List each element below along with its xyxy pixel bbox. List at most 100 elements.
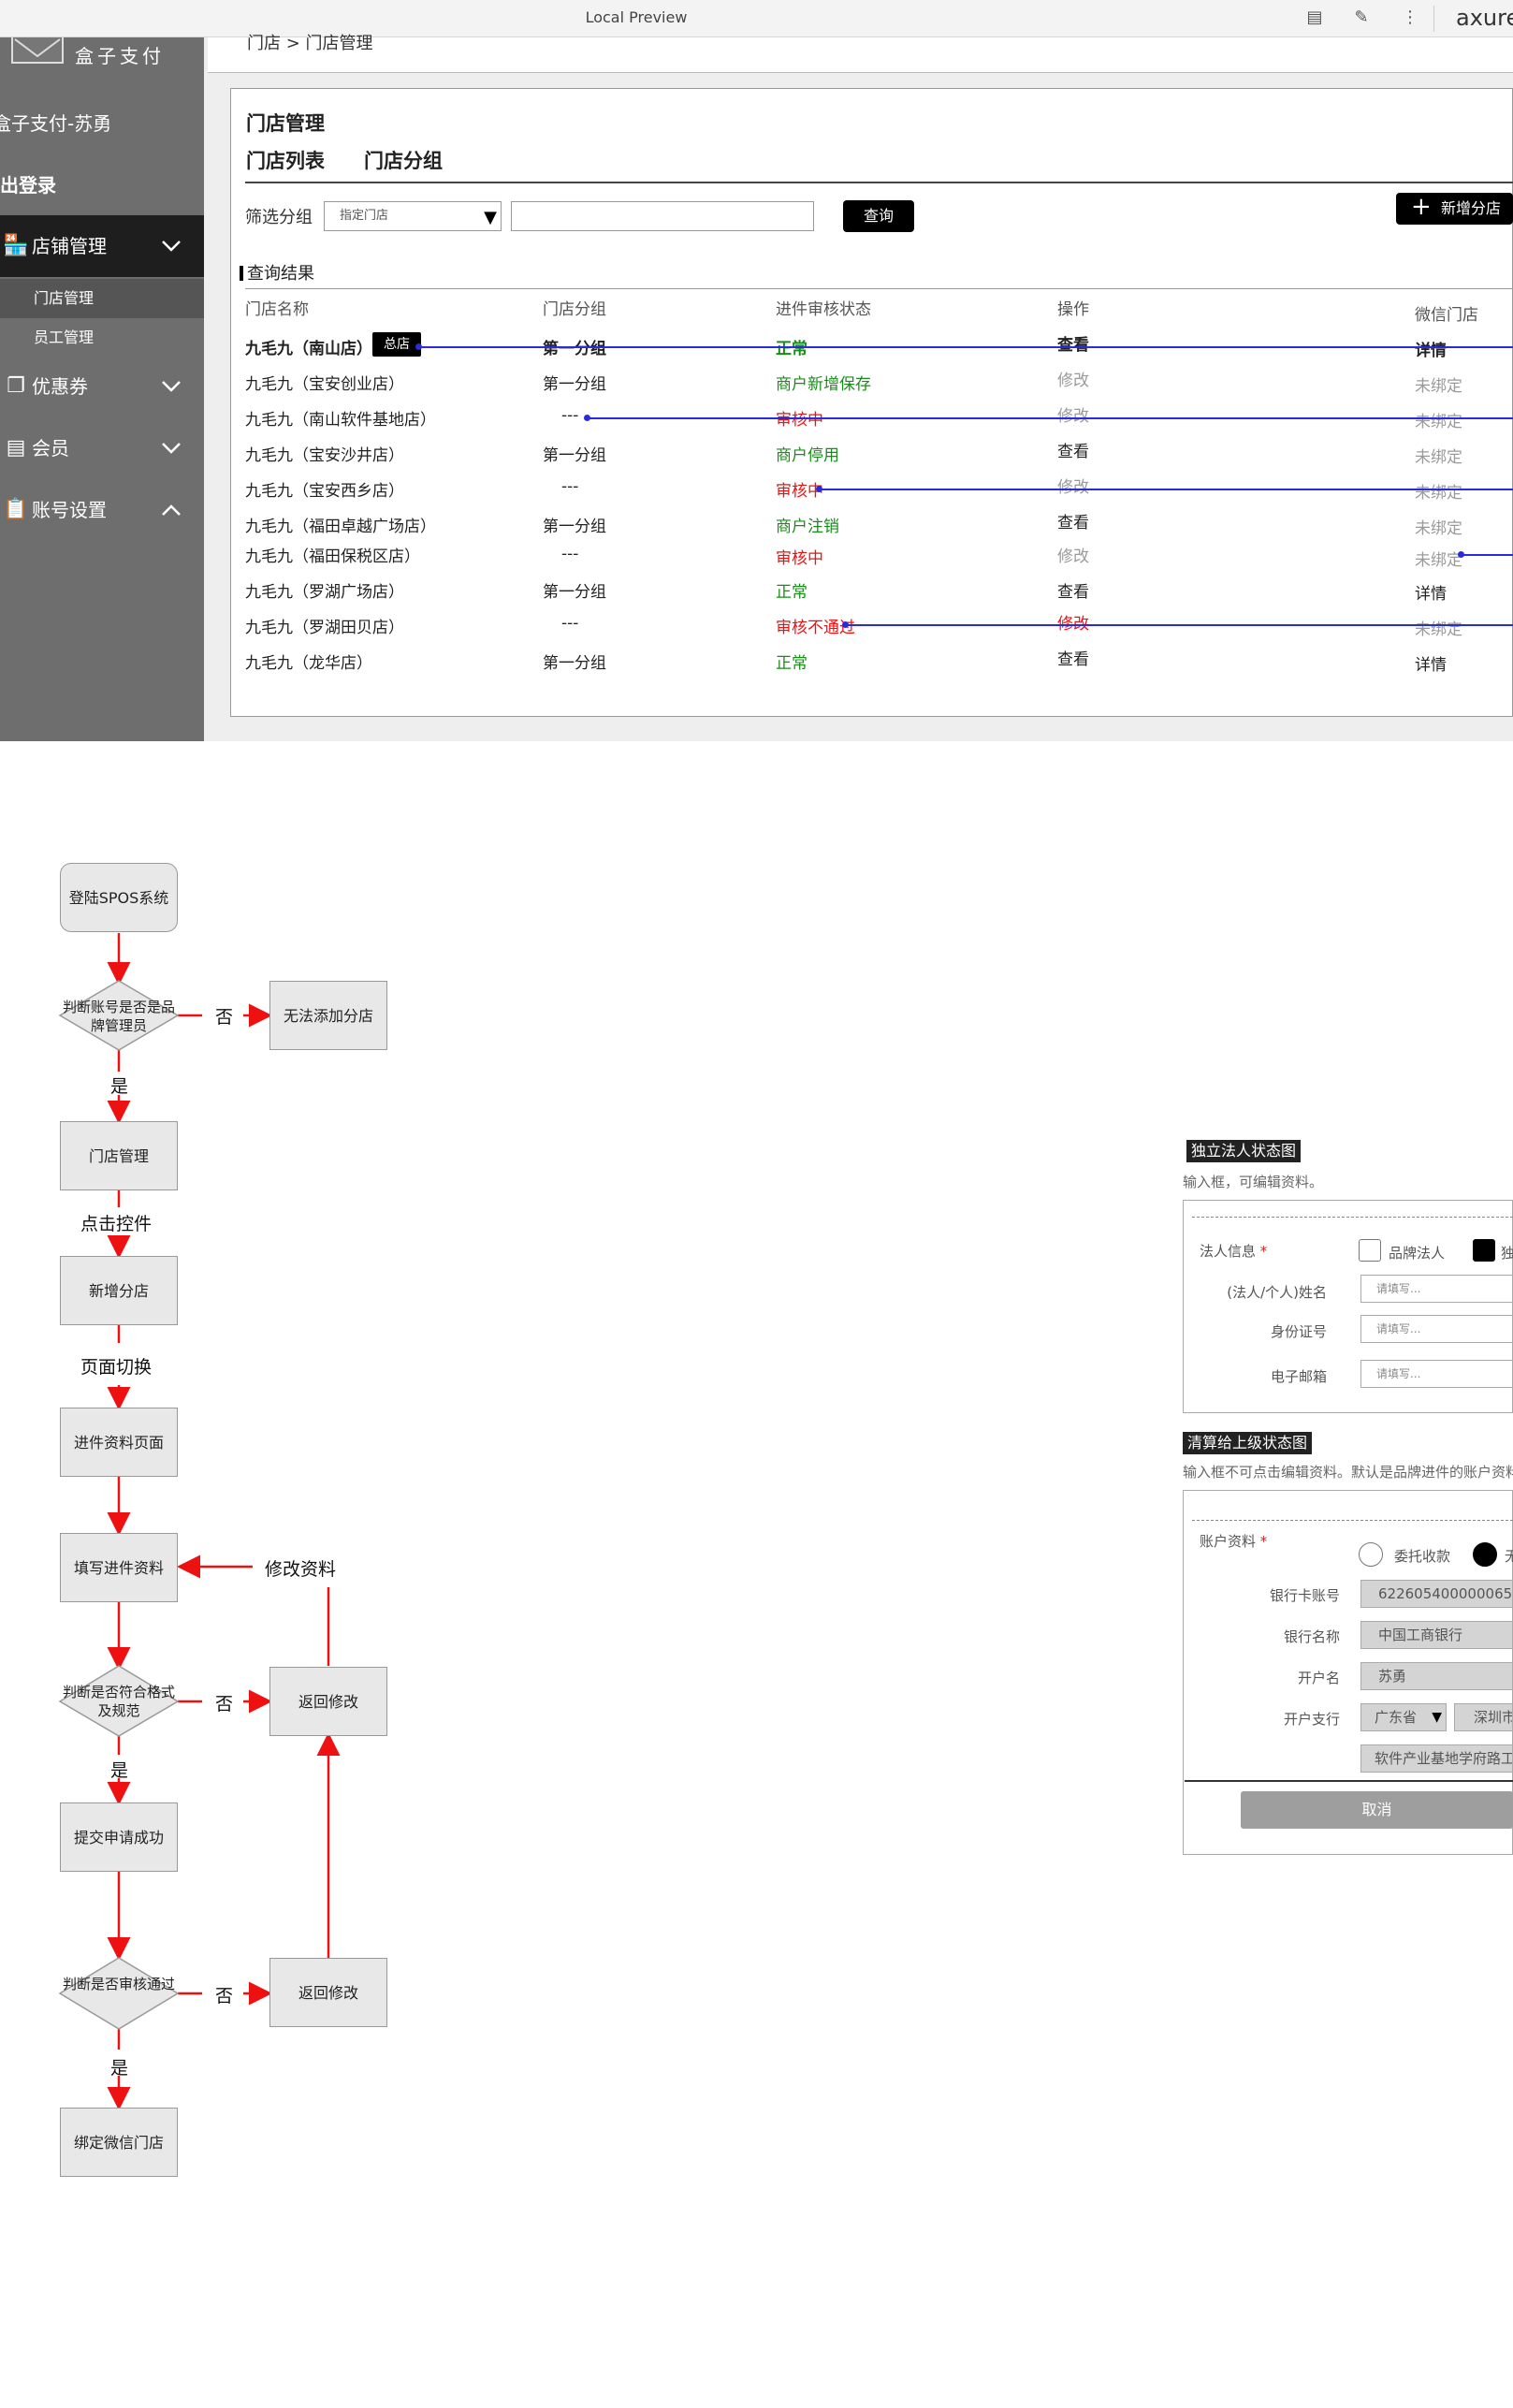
table-row-name: 九毛九（宝安沙井店） [245,446,404,465]
dashed-divider [1192,1520,1513,1521]
flow-node-store-mgmt: 门店管理 [60,1121,178,1190]
chevron-down-icon [162,381,181,392]
sidebar-item-store-management[interactable]: 门店管理 [0,279,204,318]
table-row-action[interactable]: 查看 [1057,646,1089,669]
store-icon: 🏪 [3,234,29,257]
group-select[interactable]: 指定门店 ▼ [324,201,502,231]
table-row-action[interactable]: 查看 [1057,331,1089,355]
legal-state-tag: 独立法人状态图 [1186,1140,1302,1162]
bank-card-input[interactable]: 6226054000000655 [1360,1580,1513,1608]
column-header-group: 门店分组 [543,300,606,319]
account-holder-input[interactable]: 苏勇 [1360,1662,1513,1690]
flow-node-login: 登陆SPOS系统 [60,863,178,932]
table-row-wechat[interactable]: 未绑定 [1415,444,1462,467]
user-name: 盒子支付-苏勇 [0,112,112,135]
id-number-input[interactable]: 请填写... [1360,1315,1513,1343]
tab-divider [245,182,1513,183]
flow-decision-review: 判断是否审核通过 [62,1976,175,1992]
sidebar-item-staff-management[interactable]: 员工管理 [0,318,204,358]
table-row-group: 第一分组 [543,654,606,673]
independent-legal-checkbox[interactable] [1473,1239,1495,1262]
menu-coupon[interactable]: ❐ 优惠券 [0,356,204,417]
table-row-wechat[interactable]: 未绑定 [1415,515,1462,538]
table-row-wechat[interactable]: 未绑定 [1415,479,1462,503]
table-row-action[interactable]: 修改 [1057,474,1089,497]
filter-input[interactable] [511,201,814,231]
legal-section-label: 法人信息 * [1200,1241,1267,1261]
account-section-label: 账户资料 * [1200,1531,1267,1551]
result-label: 查询结果 [247,264,314,284]
city-select[interactable]: 深圳市 [1454,1703,1513,1731]
logo-text: 盒子支付 [75,45,165,67]
table-row-action[interactable]: 查看 [1057,578,1089,602]
tab-store-groups[interactable]: 门店分组 [364,146,443,174]
cancel-button[interactable]: 取消 [1241,1791,1513,1829]
table-row-group: --- [561,477,579,496]
table-row-action[interactable]: 修改 [1057,610,1089,634]
province-select[interactable]: 广东省 ▼ [1360,1703,1447,1731]
menu-label: 会员 [32,437,69,460]
column-header-wechat: 微信门店 [1415,306,1478,325]
table-row-group: 第一分组 [543,375,606,394]
flow-label-page-switch: 页面切换 [80,1357,153,1378]
field-label: 开户支行 [1283,1711,1340,1728]
table-row-name: 九毛九（福田保税区店） [245,547,420,566]
table-row-name: 九毛九（龙华店） [245,654,372,673]
menu-member[interactable]: ▤ 会员 [0,417,204,479]
menu-store-management[interactable]: 🏪 店铺管理 [0,215,204,277]
annotation-line [820,489,1513,490]
branch-address-input[interactable]: 软件产业基地学府路工 [1360,1744,1513,1773]
chevron-down-icon [162,443,181,454]
table-row-wechat[interactable]: 未绑定 [1415,372,1462,396]
table-row-action[interactable]: 修改 [1057,367,1089,390]
table-row-action[interactable]: 修改 [1057,543,1089,566]
table-row-wechat[interactable]: 详情 [1415,337,1447,360]
annotation-line [846,624,1513,626]
annotation-dot [584,415,590,421]
column-header-action: 操作 [1057,300,1089,319]
table-row-name: 九毛九（宝安创业店） [245,375,404,394]
logo-icon [11,37,64,64]
table-row-status: 正常 [776,654,807,673]
table-row-group: 第一分组 [543,583,606,602]
edit-icon[interactable]: ✎ [1351,7,1372,28]
more-menu-icon[interactable]: ⋮ [1400,7,1420,28]
table-row-wechat[interactable]: 未绑定 [1415,616,1462,639]
document-icon[interactable]: ▤ [1304,7,1325,28]
flow-node-fill-info: 填写进件资料 [60,1533,178,1602]
email-input[interactable]: 请填写... [1360,1360,1513,1388]
table-row-status: 商户注销 [776,518,839,536]
table-row-action[interactable]: 查看 [1057,438,1089,461]
query-button[interactable]: 查询 [843,200,914,232]
flow-label-click-control: 点击控件 [80,1214,153,1234]
table-row-wechat[interactable]: 详情 [1415,651,1447,675]
sidebar: 盒子支付 盒子支付-苏勇 退出登录 🏪 店铺管理 门店管理 员工管理 ❐ 优惠券… [0,37,204,741]
table-row-action[interactable]: 查看 [1057,509,1089,533]
page-title: 门店管理 [246,112,325,135]
brand-legal-checkbox[interactable] [1359,1239,1381,1262]
browser-toolbar: Local Preview ▤ ✎ ⋮ axure [0,0,1513,37]
table-row-wechat[interactable]: 未绑定 [1415,408,1462,431]
annotation-line [1462,554,1513,556]
tab-store-list[interactable]: 门店列表 [246,146,325,174]
flow-node-return-edit: 返回修改 [269,1958,387,2027]
menu-account-settings[interactable]: 📋 账号设置 [0,479,204,541]
table-row-wechat[interactable]: 未绑定 [1415,547,1462,570]
annotation-line [419,346,1513,348]
logout-link[interactable]: 退出登录 [0,170,56,197]
entrust-radio[interactable] [1359,1542,1383,1567]
flow-label-yes: 是 [110,1076,129,1097]
name-input[interactable]: 请填写... [1360,1275,1513,1303]
bank-name-input[interactable]: 中国工商银行 [1360,1621,1513,1649]
id-card-icon: ▤ [6,436,26,460]
alt-radio[interactable] [1473,1542,1497,1567]
table-row-action[interactable]: 修改 [1057,402,1089,426]
settle-state-tag: 清算给上级状态图 [1183,1432,1313,1454]
toolbar-divider [1433,6,1434,32]
table-row-status: 正常 [776,583,807,602]
entrust-label: 委托收款 [1394,1548,1451,1565]
annotation-dot [816,486,822,492]
table-row-wechat[interactable]: 详情 [1415,580,1447,604]
add-branch-button[interactable]: + 新增分店 [1396,193,1513,225]
plus-icon: + [1411,193,1432,221]
